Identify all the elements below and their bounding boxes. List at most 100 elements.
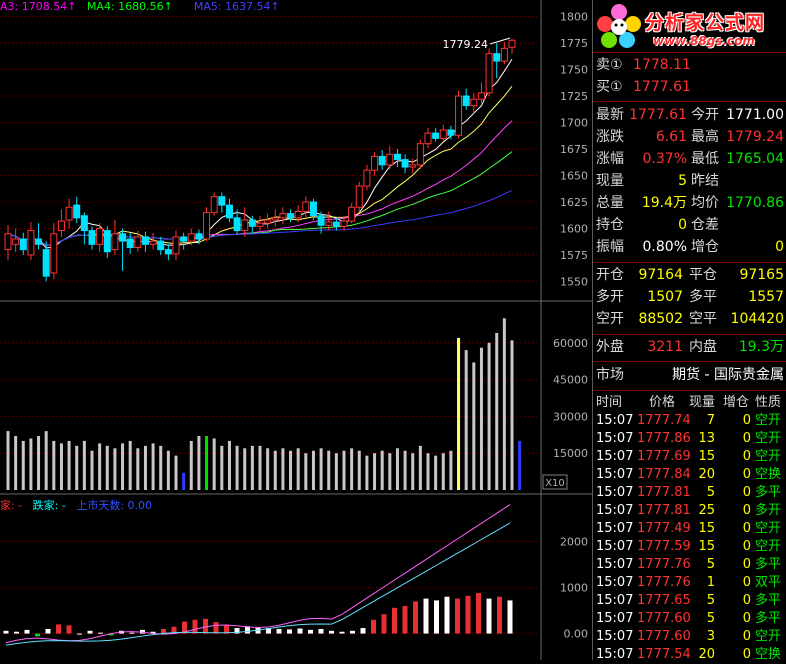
quote-label: 最新 bbox=[596, 107, 624, 123]
volume-bar bbox=[266, 448, 270, 490]
volume-bar bbox=[6, 431, 10, 490]
volume-bar bbox=[273, 450, 277, 490]
indicator-bar bbox=[392, 607, 397, 634]
divider bbox=[593, 262, 786, 263]
logo-url: www.88gs.com bbox=[653, 34, 755, 48]
volume-bar bbox=[166, 450, 170, 490]
buy-label: 买① bbox=[596, 79, 623, 95]
indicator-bar bbox=[287, 629, 292, 634]
candle-body bbox=[416, 143, 424, 166]
volume-bar bbox=[143, 445, 147, 490]
trade-type: 多平 bbox=[755, 593, 782, 608]
trade-row[interactable]: 15:07 1777.76 5 0 多平 bbox=[593, 556, 786, 574]
trade-row[interactable]: 15:07 1777.65 5 0 多平 bbox=[593, 592, 786, 610]
trade-row[interactable]: 15:07 1777.60 3 0 空开 bbox=[593, 628, 786, 646]
price-tick-label: 1575 bbox=[560, 249, 588, 262]
volume-bar bbox=[518, 440, 522, 490]
indicator-bar bbox=[455, 598, 460, 634]
trade-row[interactable]: 15:07 1777.84 20 0 空换 bbox=[593, 466, 786, 484]
candle-body bbox=[371, 155, 379, 171]
quote-value: 0 bbox=[678, 217, 687, 233]
trade-volume: 1 bbox=[706, 575, 715, 590]
price-tick-label: 1750 bbox=[560, 64, 588, 77]
volume-bar bbox=[105, 445, 109, 490]
volume-bar bbox=[289, 450, 293, 490]
oi-label: 空平 bbox=[689, 311, 717, 327]
trade-row[interactable]: 15:07 1777.74 7 0 空开 bbox=[593, 412, 786, 430]
volume-bar bbox=[373, 453, 377, 490]
outer-inner-row: 外盘 3211 内盘 19.3万 bbox=[593, 336, 786, 358]
candle-body bbox=[508, 39, 516, 48]
trade-price: 1777.69 bbox=[637, 449, 691, 464]
trade-type: 空开 bbox=[755, 521, 782, 536]
oi-label: 空开 bbox=[596, 311, 624, 327]
quote-label: 增仓 bbox=[691, 239, 719, 255]
volume-bar bbox=[212, 438, 216, 490]
chart-area[interactable]: 1800 1775 1750 1725 1700 1675 1650 1625 1600 1575… bbox=[0, 0, 592, 660]
trade-oi: 0 bbox=[742, 521, 751, 536]
outer-label: 外盘 bbox=[596, 339, 624, 355]
volume-bar bbox=[395, 448, 399, 490]
candle-body bbox=[80, 215, 88, 232]
divider bbox=[593, 52, 786, 53]
trade-type: 多平 bbox=[755, 611, 782, 626]
header-price: 价格 bbox=[649, 395, 676, 410]
candle-body bbox=[500, 47, 508, 62]
indicator-bar bbox=[413, 601, 418, 634]
trade-row[interactable]: 15:07 1777.54 20 0 空换 bbox=[593, 646, 786, 664]
volume-bar bbox=[258, 445, 262, 490]
indicator-tick-label: 0.00 bbox=[564, 628, 589, 641]
trade-row[interactable]: 15:07 1777.69 15 0 空开 bbox=[593, 448, 786, 466]
trade-time: 15:07 bbox=[596, 593, 634, 608]
trade-row[interactable]: 15:07 1777.81 5 0 多平 bbox=[593, 484, 786, 502]
indicator-bar bbox=[14, 631, 19, 634]
volume-bar bbox=[151, 443, 155, 490]
quote-row: 涨跌 6.61 最高 1779.24 bbox=[593, 126, 786, 148]
price-tick-label: 1650 bbox=[560, 169, 588, 182]
trade-row[interactable]: 15:07 1777.86 13 0 空开 bbox=[593, 430, 786, 448]
indicator-bar bbox=[371, 619, 376, 634]
divider bbox=[593, 334, 786, 335]
volume-bar bbox=[350, 448, 354, 490]
trade-oi: 0 bbox=[742, 593, 751, 608]
trade-row[interactable]: 15:07 1777.60 5 0 多平 bbox=[593, 610, 786, 628]
trade-time: 15:07 bbox=[596, 539, 634, 554]
candle-body bbox=[317, 215, 325, 226]
ma3-label: A3: 1708.54↑ bbox=[0, 0, 77, 13]
inner-label: 内盘 bbox=[689, 339, 717, 355]
trade-row[interactable]: 15:07 1777.59 15 0 空开 bbox=[593, 538, 786, 556]
indicator-tick-label: 1000 bbox=[560, 582, 588, 595]
volume-bar bbox=[502, 318, 506, 490]
trade-row[interactable]: 15:07 1777.76 1 0 双平 bbox=[593, 574, 786, 592]
indicator-bar bbox=[308, 629, 313, 634]
trade-row[interactable]: 15:07 1777.49 15 0 空开 bbox=[593, 520, 786, 538]
indicator-bar bbox=[297, 628, 303, 634]
quote-label: 今开 bbox=[691, 107, 719, 123]
volume-bar bbox=[479, 347, 483, 490]
trade-oi: 0 bbox=[742, 485, 751, 500]
trade-oi: 0 bbox=[742, 431, 751, 446]
quote-label: 最高 bbox=[691, 129, 719, 145]
candle-body bbox=[493, 53, 501, 62]
volume-bar bbox=[281, 448, 285, 490]
candle-body bbox=[50, 233, 58, 274]
quote-value: 5 bbox=[678, 173, 687, 189]
volume-bar bbox=[52, 440, 56, 490]
candle-body bbox=[279, 213, 287, 219]
candle-body bbox=[27, 230, 35, 256]
trade-volume: 7 bbox=[706, 413, 715, 428]
trade-price: 1777.65 bbox=[637, 593, 691, 608]
trade-time: 15:07 bbox=[596, 557, 634, 572]
divider bbox=[593, 390, 786, 391]
trade-time: 15:07 bbox=[596, 503, 634, 518]
indicator-bar bbox=[329, 630, 334, 634]
candle-body bbox=[455, 95, 463, 136]
oi-value: 97165 bbox=[739, 267, 784, 283]
trade-oi: 0 bbox=[742, 539, 751, 554]
trade-row[interactable]: 15:07 1777.81 25 0 多开 bbox=[593, 502, 786, 520]
candle-body bbox=[111, 233, 119, 251]
candle-body bbox=[462, 95, 470, 107]
quote-row: 涨幅 0.37% 最低 1765.04 bbox=[593, 148, 786, 170]
candle-body bbox=[65, 206, 73, 221]
indicator-bar bbox=[213, 622, 219, 634]
